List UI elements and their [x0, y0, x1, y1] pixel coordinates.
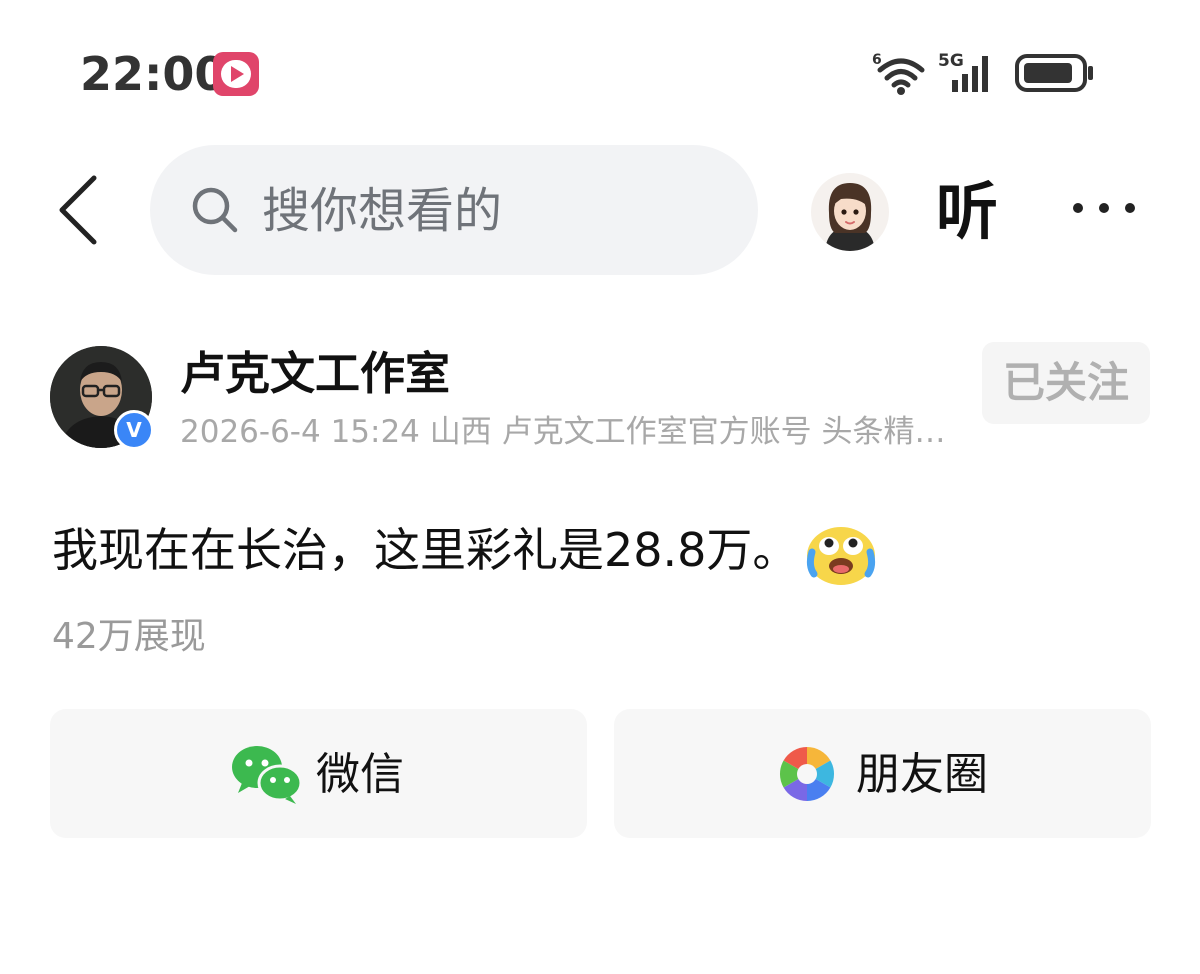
post-content: 我现在在长治，这里彩礼是28.8万。 — [52, 520, 878, 586]
search-icon — [192, 187, 238, 233]
cellular-signal-icon: 5G — [938, 51, 988, 92]
share-wechat-label: 微信 — [316, 749, 404, 800]
video-app-notification-icon — [213, 52, 259, 96]
post-meta: 2026-6-4 15:24 山西 卢克文工作室官方账号 头条精… — [180, 414, 946, 450]
wechat-icon — [232, 746, 302, 804]
more-options-icon[interactable] — [1068, 196, 1140, 220]
author-header: V 卢克文工作室 2026-6-4 15:24 山西 卢克文工作室官方账号 头条… — [0, 330, 1200, 460]
battery-icon — [1015, 54, 1093, 92]
wifi-icon: 6 — [872, 52, 925, 95]
assistant-avatar[interactable] — [811, 173, 889, 251]
status-indicators: 6 5G — [870, 50, 1130, 96]
status-time: 22:00 — [80, 47, 227, 101]
share-moments-label: 朋友圈 — [856, 749, 988, 800]
crying-laughing-emoji-icon — [807, 526, 876, 585]
follow-button[interactable]: 已关注 — [982, 342, 1150, 424]
status-bar: 22:00 6 5G — [0, 0, 1200, 140]
top-nav-bar: 搜你想看的 听 — [0, 140, 1200, 280]
back-chevron-icon[interactable] — [54, 174, 102, 246]
search-placeholder: 搜你想看的 — [262, 183, 503, 239]
share-moments-button[interactable]: 朋友圈 — [614, 709, 1151, 838]
network-type-label: 5G — [938, 51, 964, 71]
post-text: 我现在在长治，这里彩礼是28.8万。 — [52, 523, 799, 577]
assistant-face-icon — [825, 183, 875, 251]
svg-text:6: 6 — [872, 52, 882, 68]
share-wechat-button[interactable]: 微信 — [50, 709, 587, 838]
verified-badge: V — [114, 410, 154, 450]
view-count: 42万展现 — [52, 616, 206, 657]
search-input[interactable]: 搜你想看的 — [150, 145, 758, 275]
moments-aperture-icon — [779, 747, 835, 801]
listen-button[interactable]: 听 — [936, 176, 998, 248]
author-name[interactable]: 卢克文工作室 — [180, 348, 450, 400]
